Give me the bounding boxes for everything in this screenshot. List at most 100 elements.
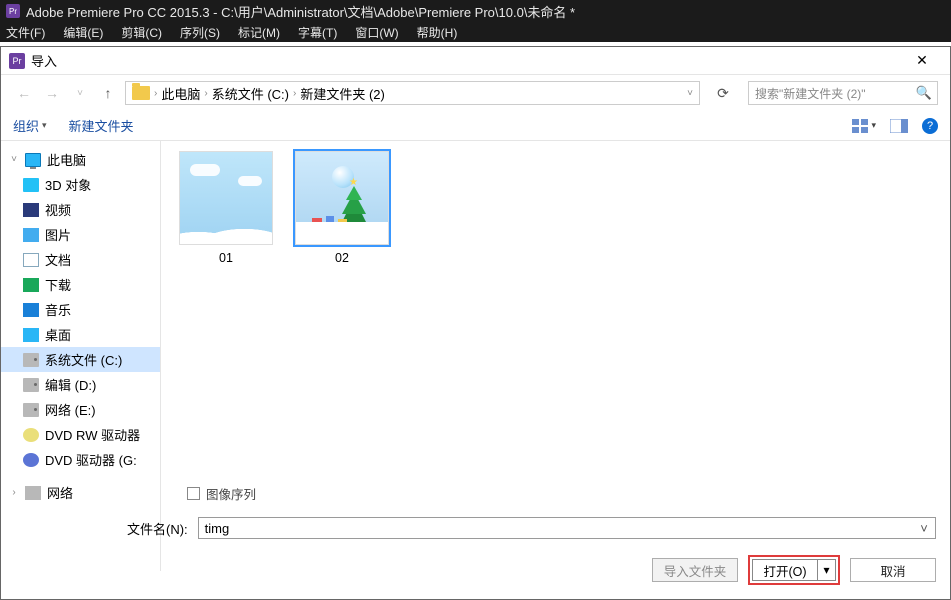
tree-label: 网络 (E:)	[45, 400, 96, 419]
document-icon	[23, 253, 39, 267]
new-folder-button[interactable]: 新建文件夹	[69, 116, 134, 135]
chevron-right-icon[interactable]: ›	[293, 88, 296, 99]
organize-label: 组织	[13, 116, 39, 135]
file-item-02[interactable]: ★ 02	[295, 151, 389, 265]
tree-downloads[interactable]: 下载	[1, 272, 160, 297]
tree-desktop[interactable]: 桌面	[1, 322, 160, 347]
music-icon	[23, 303, 39, 317]
preview-pane-button[interactable]	[890, 119, 908, 133]
file-label: 01	[219, 251, 233, 265]
import-dialog: Pr 导入 ✕ ← → ˅ ↑ › 此电脑 › 系统文件 (C:) › 新建文件…	[0, 46, 951, 600]
nav-row: ← → ˅ ↑ › 此电脑 › 系统文件 (C:) › 新建文件夹 (2) ˅ …	[1, 75, 950, 111]
refresh-button[interactable]: ⟳	[710, 81, 736, 105]
nav-back-button[interactable]: ←	[13, 82, 35, 104]
chevron-right-icon[interactable]: ›	[204, 88, 207, 99]
nav-up-button[interactable]: ↑	[97, 82, 119, 104]
image-sequence-label: 图像序列	[206, 484, 256, 503]
filename-label: 文件名(N):	[127, 519, 188, 538]
close-button[interactable]: ✕	[902, 47, 942, 75]
picture-icon	[23, 228, 39, 242]
tree-documents[interactable]: 文档	[1, 247, 160, 272]
search-icon[interactable]: 🔍	[913, 83, 935, 103]
crumb-thispc[interactable]: 此电脑	[161, 84, 200, 103]
tree-drive-d[interactable]: 编辑 (D:)	[1, 372, 160, 397]
thumbnail-icon: ★	[295, 151, 389, 245]
tree-label: 系统文件 (C:)	[45, 350, 122, 369]
desktop-icon	[23, 328, 39, 342]
menu-sequence[interactable]: 序列(S)	[180, 24, 220, 41]
tree-label: 音乐	[45, 300, 71, 319]
menu-clip[interactable]: 剪辑(C)	[121, 24, 162, 41]
app-title: Adobe Premiere Pro CC 2015.3 - C:\用户\Adm…	[26, 2, 575, 21]
tree-label: DVD RW 驱动器	[45, 425, 140, 444]
app-titlebar: Pr Adobe Premiere Pro CC 2015.3 - C:\用户\…	[0, 0, 951, 22]
drive-icon	[23, 353, 39, 367]
tree-videos[interactable]: 视频	[1, 197, 160, 222]
app-menubar: 文件(F) 编辑(E) 剪辑(C) 序列(S) 标记(M) 字幕(T) 窗口(W…	[0, 22, 951, 42]
cancel-button[interactable]: 取消	[850, 558, 936, 582]
breadcrumb-bar[interactable]: › 此电脑 › 系统文件 (C:) › 新建文件夹 (2) ˅	[125, 81, 700, 105]
tree-label: 下载	[45, 275, 71, 294]
filename-value: timg	[205, 521, 230, 536]
thumbnail-icon	[179, 151, 273, 245]
tree-dvd-g[interactable]: DVD 驱动器 (G:	[1, 447, 160, 472]
menu-file[interactable]: 文件(F)	[6, 24, 45, 41]
import-folder-button[interactable]: 导入文件夹	[652, 558, 738, 582]
tree-label: 桌面	[45, 325, 71, 344]
drive-icon	[23, 378, 39, 392]
organize-button[interactable]: 组织 ▾	[13, 116, 47, 135]
menu-markers[interactable]: 标记(M)	[238, 24, 280, 41]
tree-this-pc[interactable]: ˅ 此电脑	[1, 147, 160, 172]
menu-window[interactable]: 窗口(W)	[355, 24, 398, 41]
menu-titles[interactable]: 字幕(T)	[298, 24, 337, 41]
nav-forward-button[interactable]: →	[41, 82, 63, 104]
nav-recent-dropdown[interactable]: ˅	[69, 82, 91, 104]
help-button[interactable]: ?	[922, 118, 938, 134]
search-placeholder: 搜索"新建文件夹 (2)"	[755, 85, 913, 102]
chevron-right-icon[interactable]: ›	[154, 88, 157, 99]
chevron-down-icon[interactable]: ˅	[915, 520, 933, 536]
crumb-folder[interactable]: 新建文件夹 (2)	[300, 84, 385, 103]
file-item-01[interactable]: 01	[179, 151, 273, 265]
dialog-title: 导入	[31, 51, 902, 70]
tree-music[interactable]: 音乐	[1, 297, 160, 322]
tree-label: 3D 对象	[45, 175, 91, 194]
tree-3d-objects[interactable]: 3D 对象	[1, 172, 160, 197]
tree-drive-e[interactable]: 网络 (E:)	[1, 397, 160, 422]
tree-label: 视频	[45, 200, 71, 219]
disc-icon	[23, 428, 39, 442]
tree-pictures[interactable]: 图片	[1, 222, 160, 247]
download-icon	[23, 278, 39, 292]
menu-edit[interactable]: 编辑(E)	[63, 24, 103, 41]
menu-help[interactable]: 帮助(H)	[417, 24, 458, 41]
cube-icon	[23, 178, 39, 192]
filename-input[interactable]: timg ˅	[198, 517, 936, 539]
folder-icon	[132, 86, 150, 100]
tree-label: 图片	[45, 225, 71, 244]
drive-icon	[23, 403, 39, 417]
image-sequence-checkbox[interactable]	[187, 487, 200, 500]
open-button-highlight: 打开(O) ▾	[748, 555, 840, 585]
tree-drive-c[interactable]: 系统文件 (C:)	[1, 347, 160, 372]
dialog-app-icon: Pr	[9, 53, 25, 69]
computer-icon	[25, 153, 41, 167]
tree-dvd-rw[interactable]: DVD RW 驱动器	[1, 422, 160, 447]
chevron-down-icon: ▾	[871, 120, 876, 131]
dialog-titlebar: Pr 导入 ✕	[1, 47, 950, 75]
chevron-down-icon: ▾	[42, 120, 47, 131]
open-button[interactable]: 打开(O)	[752, 559, 818, 581]
tree-label: 此电脑	[47, 150, 86, 169]
view-mode-button[interactable]: ▾	[852, 119, 876, 133]
dialog-footer: 图像序列 文件名(N): timg ˅ 导入文件夹 打开(O) ▾ 取消	[1, 476, 950, 599]
tree-label: 文档	[45, 250, 71, 269]
search-input[interactable]: 搜索"新建文件夹 (2)" 🔍	[748, 81, 938, 105]
expander-icon[interactable]: ˅	[9, 154, 19, 165]
app-icon: Pr	[6, 4, 20, 18]
file-label: 02	[335, 251, 349, 265]
toolbar: 组织 ▾ 新建文件夹 ▾ ?	[1, 111, 950, 141]
tree-label: 编辑 (D:)	[45, 375, 96, 394]
open-dropdown-button[interactable]: ▾	[818, 559, 836, 581]
crumb-drive[interactable]: 系统文件 (C:)	[212, 84, 289, 103]
film-icon	[23, 203, 39, 217]
breadcrumb-dropdown[interactable]: ˅	[687, 88, 693, 99]
